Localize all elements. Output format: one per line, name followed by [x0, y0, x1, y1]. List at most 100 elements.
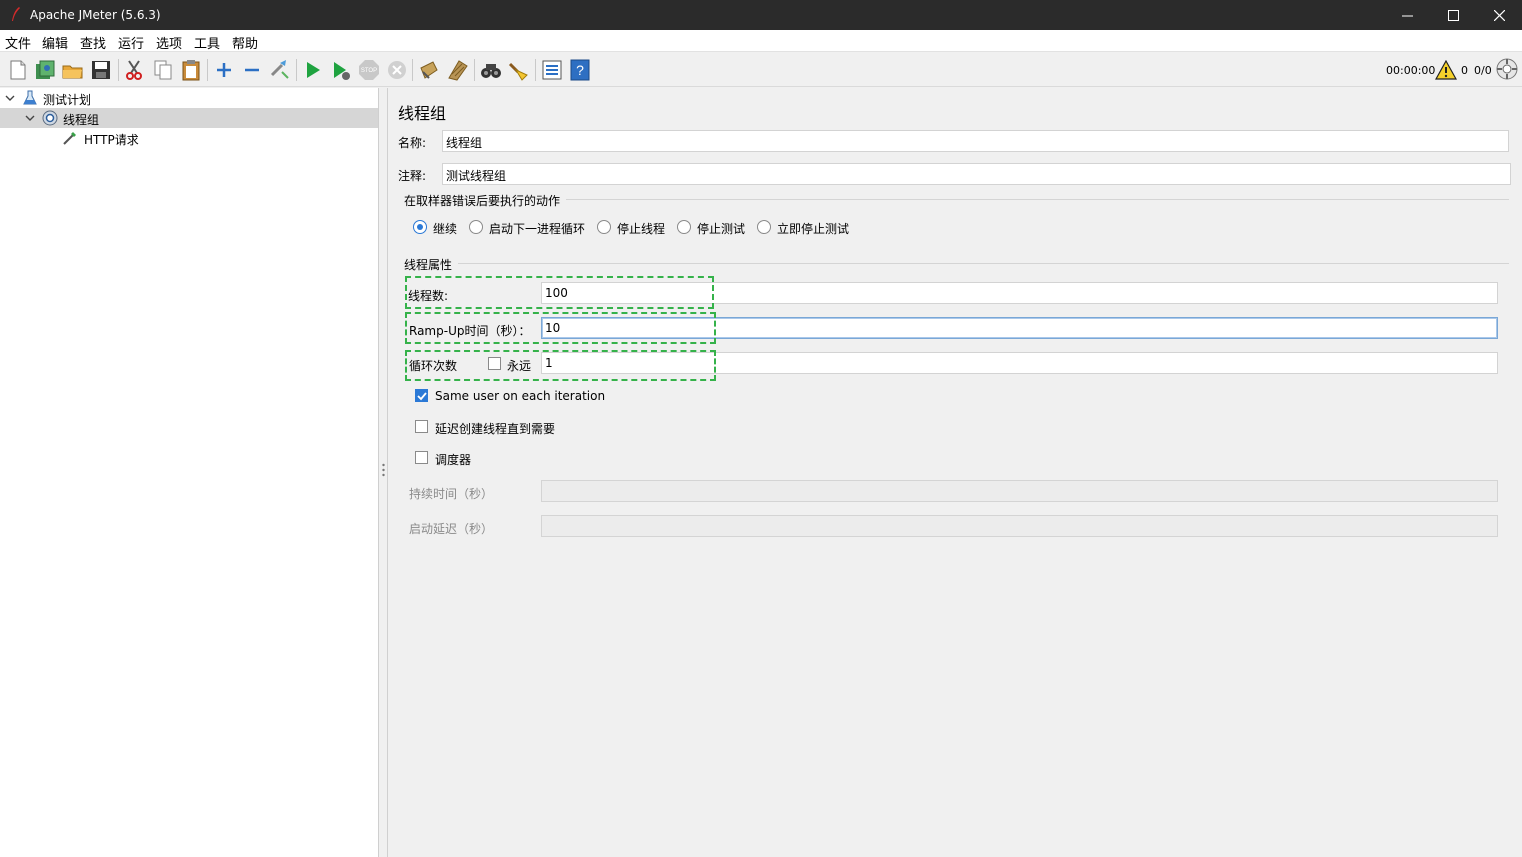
tree-item-test-plan[interactable]: 测试计划 [0, 88, 378, 108]
menu-file[interactable]: 文件 [5, 33, 31, 52]
scheduler-checkbox[interactable] [415, 451, 428, 464]
copy-button[interactable] [151, 58, 175, 82]
elapsed-timer: 00:00:00 [1386, 64, 1436, 77]
same-user-label: Same user on each iteration [435, 389, 606, 403]
search-icon [481, 64, 501, 78]
toggle-button[interactable] [268, 58, 292, 82]
checkmark-icon [417, 392, 427, 401]
paste-icon [182, 60, 200, 81]
duration-input[interactable] [541, 480, 1498, 502]
maximize-icon [1447, 9, 1459, 21]
chevron-down-icon[interactable] [24, 112, 36, 124]
comment-label: 注释: [398, 169, 427, 183]
menu-help[interactable]: 帮助 [232, 33, 258, 52]
shutdown-icon [388, 61, 406, 79]
start-icon [307, 62, 320, 78]
collapse-icon [245, 68, 259, 72]
new-icon [10, 60, 26, 80]
open-icon [62, 65, 83, 79]
reset-search-button[interactable] [507, 58, 531, 82]
tree-item-thread-group[interactable]: 线程组 [0, 108, 378, 128]
comment-input[interactable]: 测试线程组 [442, 163, 1511, 185]
menu-bar: 文件 编辑 查找 运行 选项 工具 帮助 [0, 30, 1522, 52]
radio-stop-test-now[interactable] [757, 220, 771, 234]
tree-item-label: HTTP请求 [84, 133, 139, 147]
cut-button[interactable] [122, 58, 146, 82]
close-button[interactable] [1476, 0, 1522, 30]
menu-tools[interactable]: 工具 [194, 33, 220, 52]
start-no-pause-button[interactable] [329, 58, 353, 82]
svg-text:?: ? [576, 62, 584, 78]
warning-icon[interactable] [1435, 60, 1457, 80]
section-divider [458, 263, 1509, 264]
menu-search[interactable]: 查找 [80, 33, 106, 52]
warning-count: 0 [1461, 64, 1468, 77]
highlight-rampup [405, 312, 716, 344]
toolbar: STOP ? 00:00:00 0 0/0 [0, 53, 1522, 87]
svg-text:STOP: STOP [361, 68, 377, 74]
save-icon [92, 61, 110, 79]
search-button[interactable] [479, 58, 503, 82]
help-icon: ? [570, 59, 590, 81]
thread-properties-section-title: 线程属性 [404, 258, 453, 272]
test-plan-tree: 测试计划 线程组 HTTP请求 [0, 88, 379, 857]
thread-group-icon [42, 110, 58, 126]
title-bar: Apache JMeter (5.6.3) [0, 0, 1522, 30]
help-button[interactable]: ? [568, 58, 592, 82]
new-button[interactable] [6, 58, 30, 82]
stop-button[interactable]: STOP [357, 58, 381, 82]
error-action-section-title: 在取样器错误后要执行的动作 [404, 194, 561, 208]
tree-item-http-request[interactable]: HTTP请求 [0, 128, 378, 148]
name-label: 名称: [398, 136, 427, 150]
menu-options[interactable]: 选项 [156, 33, 182, 52]
cut-icon [126, 60, 142, 80]
open-button[interactable] [61, 58, 85, 82]
radio-stop-thread[interactable] [597, 220, 611, 234]
templates-button[interactable] [33, 58, 57, 82]
collapse-all-button[interactable] [240, 58, 264, 82]
save-button[interactable] [89, 58, 113, 82]
delay-thread-creation-checkbox[interactable] [415, 420, 428, 433]
radio-continue[interactable] [413, 220, 427, 234]
startup-delay-input[interactable] [541, 515, 1498, 537]
page-title: 线程组 [398, 104, 447, 123]
minimize-button[interactable] [1384, 0, 1430, 30]
start-button[interactable] [301, 58, 325, 82]
menu-edit[interactable]: 编辑 [42, 33, 68, 52]
toggle-icon [270, 60, 289, 79]
chevron-down-icon[interactable] [4, 92, 16, 104]
same-user-checkbox[interactable] [415, 389, 428, 402]
highlight-threads [405, 276, 714, 309]
clear-icon [420, 61, 438, 79]
paste-button[interactable] [179, 58, 203, 82]
templates-icon [36, 60, 55, 79]
thread-group-panel: 线程组 名称: 线程组 注释: 测试线程组 在取样器错误后要执行的动作 继续 启… [388, 88, 1522, 857]
toolbar-separator [412, 59, 413, 81]
radio-start-next-loop[interactable] [469, 220, 483, 234]
toolbar-separator [118, 59, 119, 81]
tree-item-label: 测试计划 [43, 93, 92, 107]
radio-stop-test[interactable] [677, 220, 691, 234]
clear-button[interactable] [417, 58, 441, 82]
test-plan-icon [23, 90, 37, 105]
function-helper-button[interactable] [540, 58, 564, 82]
highlight-loop-count [405, 350, 716, 381]
shutdown-button[interactable] [385, 58, 409, 82]
startup-delay-label: 启动延迟（秒） [409, 522, 494, 536]
radio-label: 启动下一进程循环 [489, 222, 586, 236]
scheduler-label: 调度器 [435, 453, 472, 467]
name-input[interactable]: 线程组 [442, 130, 1509, 152]
expand-icon [217, 63, 231, 77]
split-pane-divider[interactable] [379, 88, 388, 857]
active-threads: 0/0 [1474, 64, 1492, 77]
expand-all-button[interactable] [212, 58, 236, 82]
start-no-pause-icon [334, 62, 350, 80]
window-title: Apache JMeter (5.6.3) [30, 8, 161, 22]
http-sampler-icon [63, 132, 76, 145]
stop-icon: STOP [359, 60, 379, 80]
toolbar-separator [296, 59, 297, 81]
maximize-button[interactable] [1430, 0, 1476, 30]
menu-run[interactable]: 运行 [118, 33, 144, 52]
radio-label: 停止线程 [617, 222, 666, 236]
clear-all-button[interactable] [446, 58, 470, 82]
